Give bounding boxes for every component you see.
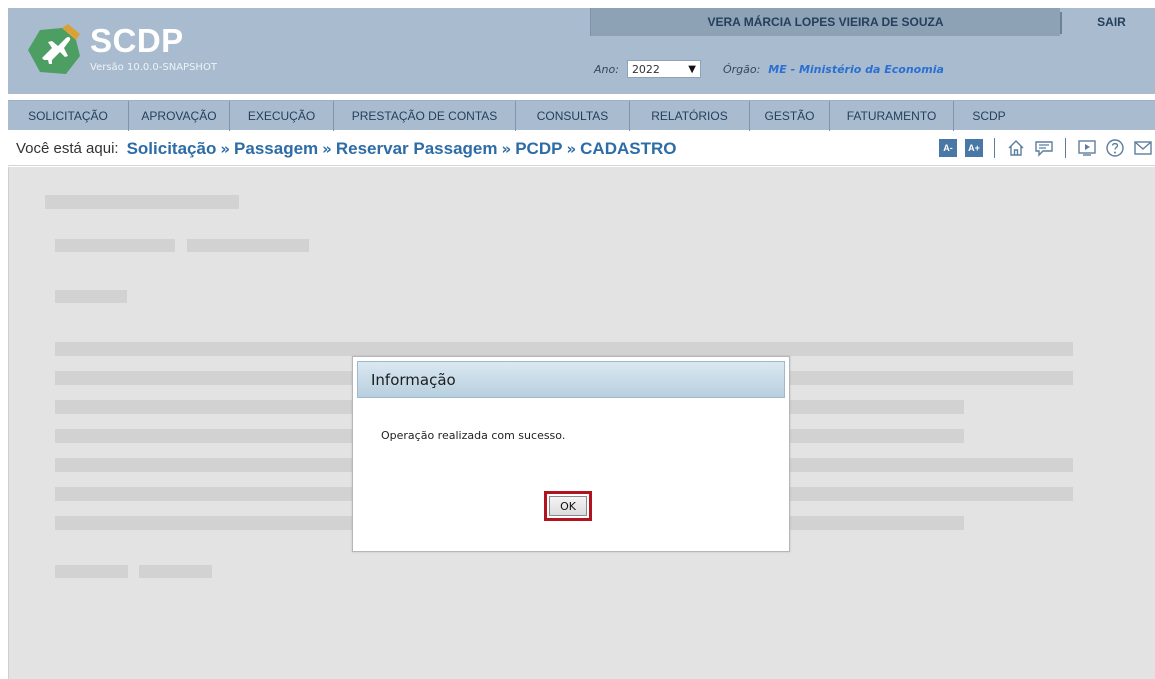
font-decrease-button[interactable]: A- (939, 139, 957, 157)
placeholder-bar (45, 195, 239, 209)
placeholder-bar (139, 565, 212, 578)
breadcrumb-separator: » (501, 139, 512, 158)
breadcrumb-item-passagem[interactable]: Passagem (234, 139, 318, 159)
menu-item-faturamento[interactable]: FATURAMENTO (830, 101, 954, 131)
org-link[interactable]: ME - Ministério da Economia (768, 63, 944, 76)
divider (1065, 138, 1066, 158)
ok-button[interactable]: OK (544, 491, 592, 521)
menu-item-solicitacao[interactable]: SOLICITAÇÃO (8, 101, 129, 131)
menu-item-execucao[interactable]: EXECUÇÃO (230, 101, 334, 131)
menu-item-scdp[interactable]: SCDP (954, 101, 1024, 131)
app-header: SCDP Versão 10.0.0-SNAPSHOT VERA MÁRCIA … (8, 8, 1155, 94)
org-label: Órgão: (722, 62, 761, 76)
year-value: 2022 (631, 62, 660, 76)
logout-button[interactable]: SAIR (1068, 8, 1155, 36)
breadcrumb-item-pcdp[interactable]: PCDP (515, 139, 562, 159)
breadcrumb-separator: » (322, 139, 332, 158)
dialog-title: Informação (357, 361, 785, 398)
breadcrumb-item-reservar-passagem[interactable]: Reservar Passagem (336, 139, 498, 159)
breadcrumb-item-solicitacao[interactable]: Solicitação (127, 139, 217, 159)
context-selectors: Ano: 2022 ▼ Órgão: ME - Ministério da Ec… (594, 58, 944, 80)
toolbar: A- A+ (939, 138, 1153, 158)
placeholder-bar (55, 290, 127, 303)
info-dialog: Informação Operação realizada com sucess… (352, 356, 790, 552)
breadcrumb-item-cadastro: CADASTRO (580, 138, 677, 158)
app-version: Versão 10.0.0-SNAPSHOT (90, 62, 217, 73)
home-icon[interactable] (1006, 138, 1026, 158)
dialog-message: Operação realizada com sucesso. (381, 429, 566, 442)
divider (994, 138, 995, 158)
placeholder-bar (55, 342, 1073, 356)
year-label: Ano: (594, 62, 619, 76)
user-name-bar: VERA MÁRCIA LOPES VIEIRA DE SOUZA (590, 8, 1062, 36)
mail-icon[interactable] (1133, 138, 1153, 158)
menu-item-consultas[interactable]: CONSULTAS (516, 101, 630, 131)
user-name: VERA MÁRCIA LOPES VIEIRA DE SOUZA (707, 15, 944, 29)
breadcrumb-prefix: Você está aqui: (16, 140, 119, 157)
breadcrumb-separator: » (566, 139, 577, 158)
main-menu: SOLICITAÇÃO APROVAÇÃO EXECUÇÃO PRESTAÇÃO… (8, 100, 1155, 131)
menu-item-relatorios[interactable]: RELATÓRIOS (630, 101, 750, 131)
breadcrumb: Você está aqui: Solicitação » Passagem »… (8, 132, 1155, 166)
placeholder-bar (187, 239, 309, 252)
help-icon[interactable] (1105, 138, 1125, 158)
chevron-down-icon: ▼ (688, 63, 696, 75)
menu-item-gestao[interactable]: GESTÃO (750, 101, 830, 131)
year-select[interactable]: 2022 ▼ (626, 60, 701, 78)
divider (1060, 12, 1062, 34)
chat-icon[interactable] (1034, 138, 1054, 158)
menu-item-prestacao-de-contas[interactable]: PRESTAÇÃO DE CONTAS (334, 101, 516, 131)
font-increase-button[interactable]: A+ (965, 139, 983, 157)
airplane-logo-icon (28, 24, 80, 74)
placeholder-bar (55, 239, 175, 252)
menu-item-aprovacao[interactable]: APROVAÇÃO (129, 101, 230, 131)
breadcrumb-separator: » (220, 139, 231, 158)
ok-button-label[interactable]: OK (549, 496, 587, 516)
app-name: SCDP (90, 22, 184, 59)
video-icon[interactable] (1077, 138, 1097, 158)
placeholder-bar (55, 565, 128, 578)
